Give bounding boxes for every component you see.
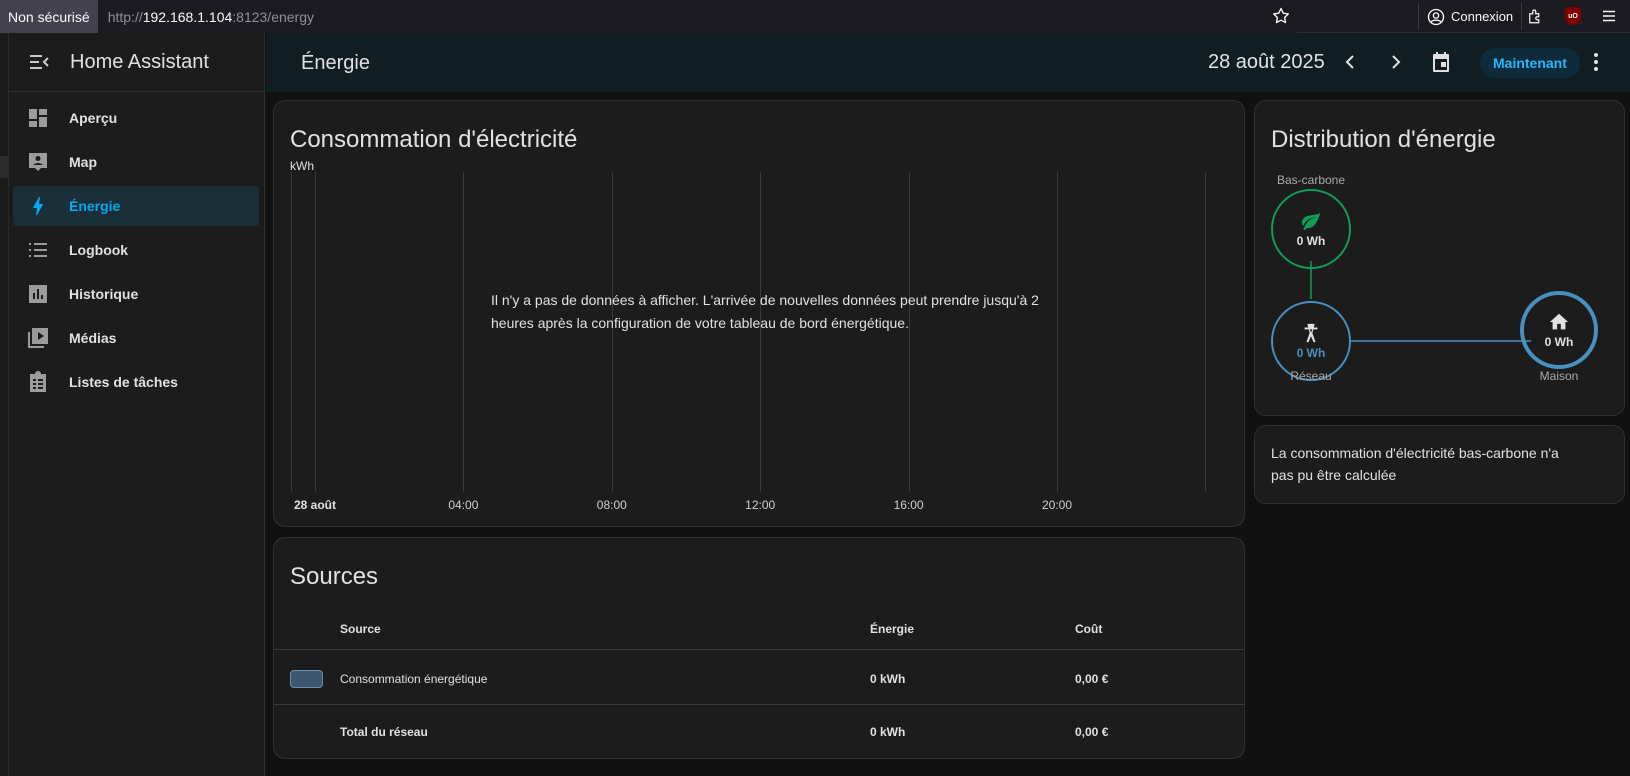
total-name: Total du réseau [340,725,428,739]
clipboard-list-icon [30,371,46,392]
x-tick-label: 08:00 [596,498,627,512]
extensions-puzzle-icon[interactable] [1526,7,1544,25]
list-icon [29,243,47,257]
map-account-icon [29,153,47,171]
dashboard-icon [29,109,47,127]
distribution-card: Distribution d'énergie Bas-carbone 0 Wh … [1254,100,1625,416]
sources-title: Sources [290,563,379,590]
page-header: Énergie 28 août 2025 Maintenant [266,33,1630,92]
consumption-card: Consommation d'électricité kWh 28 août 04… [273,100,1245,527]
account-login-button[interactable]: Connexion [1418,3,1523,30]
bookmark-star-icon[interactable] [1271,6,1291,26]
page-title: Énergie [301,52,370,74]
sidebar-item-listes-de-taches[interactable]: Listes de tâches [13,362,259,402]
table-row: Consommation énergétique 0 kWh 0,00 € [274,653,1244,705]
date-label: 28 août 2025 [1208,51,1325,73]
window-edge [0,33,9,776]
total-energy: 0 kWh [870,725,906,739]
col-header-cost: Coût [1075,621,1103,636]
sources-table-header: Source Énergie Coût [274,608,1244,650]
total-cost: 0,00 € [1075,725,1109,739]
source-color-swatch [290,670,323,688]
low-carbon-info-card: La consommation d'électricité bas-carbon… [1254,425,1625,504]
leaf-icon [1301,212,1321,231]
sidebar: Home Assistant Aperçu Map Énergie Logboo… [9,33,265,776]
sidebar-item-apercu[interactable]: Aperçu [13,98,259,138]
more-vert-icon[interactable] [1584,50,1608,74]
edge-marker [0,156,9,178]
calendar-icon[interactable] [1429,50,1453,74]
security-indicator[interactable]: Non sécurisé [0,0,98,33]
y-axis-label: kWh [290,159,314,173]
play-box-multiple-icon [28,328,48,348]
chart-gridline [1205,172,1207,492]
x-tick-label: 20:00 [1041,498,1073,512]
x-tick-label: 04:00 [448,498,479,512]
sidebar-item-energie[interactable]: Énergie [13,186,259,226]
ublock-origin-icon[interactable]: uO [1565,7,1581,25]
low-carbon-node[interactable]: 0 Wh [1271,189,1351,269]
col-header-energy: Énergie [870,621,915,636]
table-total-row: Total du réseau 0 kWh 0,00 € [274,706,1244,758]
home-node[interactable]: 0 Wh [1520,291,1598,369]
sidebar-nav: Aperçu Map Énergie Logbook Historique Mé… [9,92,264,402]
low-carbon-info-text: La consommation d'électricité bas-carbon… [1271,445,1559,483]
x-tick-label: 28 août [293,498,337,512]
chevron-left-icon[interactable] [1338,50,1362,74]
source-cost: 0,00 € [1075,671,1109,686]
sidebar-title: Home Assistant [70,50,209,73]
consumption-title: Consommation d'électricité [290,126,578,153]
sidebar-item-map[interactable]: Map [13,142,259,182]
url-text[interactable]: http://192.168.1.104:8123/energy [108,9,314,25]
sidebar-header: Home Assistant [9,33,264,92]
menu-collapse-icon[interactable] [27,50,51,74]
chart-left-border [291,172,292,492]
chart-gridline [463,172,465,492]
hamburger-menu-icon[interactable] [1600,7,1618,25]
lightning-bolt-icon [33,197,43,215]
low-carbon-label: Bas-carbone [1276,173,1346,187]
home-value: 0 Wh [1544,335,1574,349]
sidebar-item-historique[interactable]: Historique [13,274,259,314]
chart-box-icon [29,285,47,303]
source-name: Consommation énergétique [340,671,488,686]
x-tick-label: 12:00 [745,498,776,512]
account-icon [1427,8,1445,25]
home-icon [1549,313,1569,330]
browser-toolbar: Non sécurisé http://192.168.1.104:8123/e… [0,0,1630,33]
chart-gridline [1057,172,1058,492]
address-bar[interactable]: Non sécurisé http://192.168.1.104:8123/e… [0,0,1297,33]
no-data-message: Il n'y a pas de données à afficher. L'ar… [491,292,1039,331]
sidebar-item-medias[interactable]: Médias [13,318,259,358]
now-button[interactable]: Maintenant [1480,48,1580,78]
low-carbon-value: 0 Wh [1296,234,1326,248]
col-header-source: Source [340,621,381,636]
chevron-right-icon[interactable] [1384,50,1408,74]
home-label: Maison [1539,369,1579,383]
chart-gridline [315,172,316,492]
x-tick-label: 16:00 [893,498,924,512]
source-energy: 0 kWh [870,671,906,686]
grid-value: 0 Wh [1296,346,1326,360]
sources-card: Sources Source Énergie Coût Consommation… [273,537,1245,759]
sidebar-item-logbook[interactable]: Logbook [13,230,259,270]
transmission-tower-icon [1304,323,1318,343]
grid-label: Réseau [1290,369,1332,383]
